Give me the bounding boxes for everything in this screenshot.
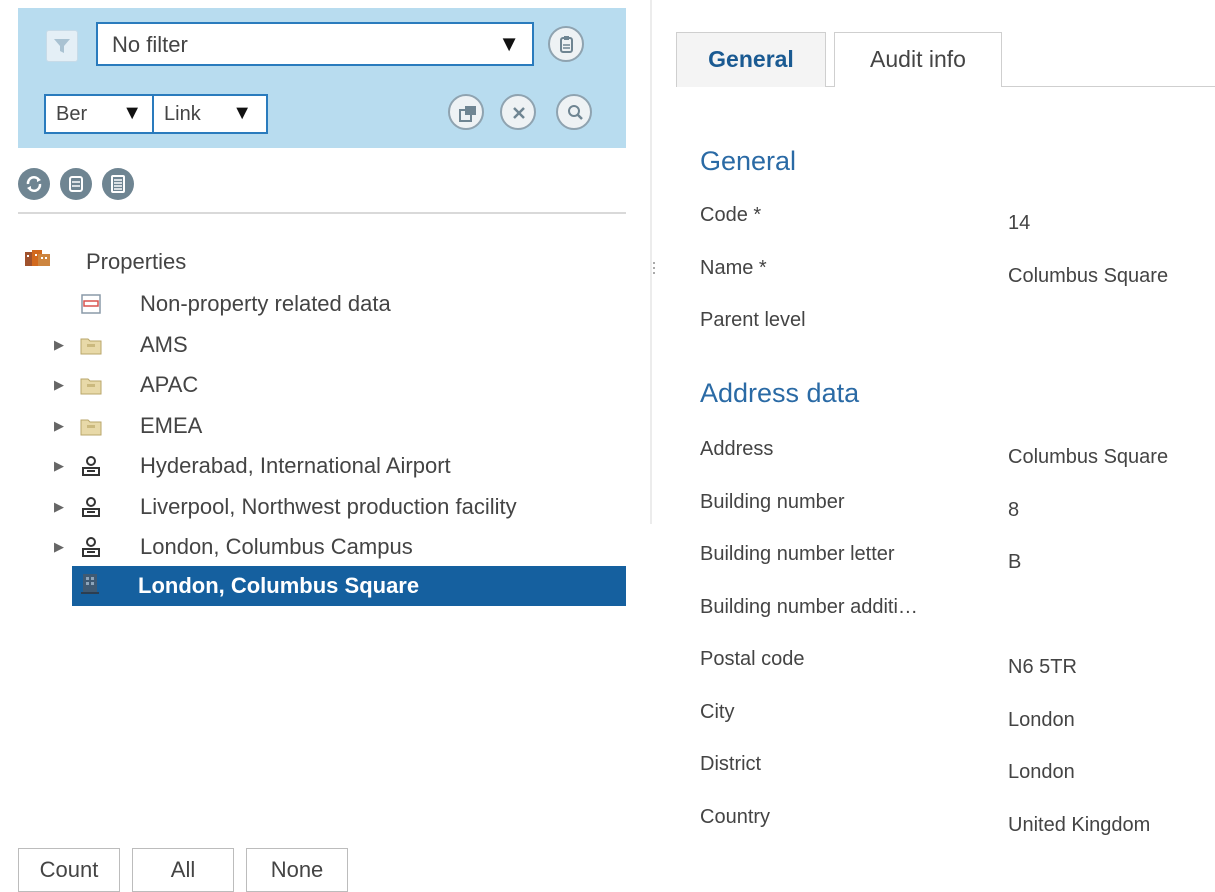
- search-button[interactable]: [556, 94, 592, 130]
- property-icon: [82, 456, 100, 476]
- field-value[interactable]: 8: [1008, 499, 1019, 522]
- type-select[interactable]: Ber ▼: [44, 94, 154, 134]
- clear-filter-button[interactable]: [500, 94, 536, 130]
- expand-arrow-icon[interactable]: ▶: [54, 529, 64, 565]
- tree-item[interactable]: Non-property related data: [54, 286, 624, 322]
- tree-item-label: APAC: [140, 372, 199, 397]
- building-icon: [81, 574, 99, 594]
- list-view-button[interactable]: [102, 168, 134, 200]
- link-select-value: Link: [164, 103, 201, 125]
- field-value[interactable]: B: [1008, 551, 1021, 574]
- search-icon: [568, 105, 583, 120]
- refresh-button[interactable]: [18, 168, 50, 200]
- funnel-icon: [54, 39, 70, 53]
- tree-item[interactable]: ▶ EMEA: [54, 408, 624, 444]
- field-value[interactable]: Columbus Square: [1008, 446, 1168, 469]
- list-collapse-icon: [69, 176, 83, 192]
- tree-root-label: Properties: [86, 249, 187, 274]
- select-none-button[interactable]: None: [246, 848, 348, 892]
- close-icon: [513, 107, 525, 119]
- expand-arrow-icon[interactable]: ▶: [54, 367, 64, 403]
- tree-item-label: Non-property related data: [140, 291, 391, 316]
- folder-icon: [80, 338, 102, 355]
- field-value[interactable]: United Kingdom: [1008, 814, 1150, 837]
- select-all-button[interactable]: All: [132, 848, 234, 892]
- field-value[interactable]: London: [1008, 709, 1075, 732]
- tree-item-label: Hyderabad, International Airport: [140, 453, 451, 478]
- filter-funnel-button[interactable]: [46, 30, 78, 62]
- properties-icon: [25, 250, 50, 266]
- tab-general[interactable]: General: [676, 32, 826, 87]
- tree-item-label: EMEA: [140, 413, 203, 438]
- expand-arrow-icon[interactable]: ▶: [54, 327, 64, 363]
- list-icon: [111, 175, 125, 193]
- tree-item[interactable]: ▶ AMS: [54, 327, 624, 363]
- filter-select[interactable]: No filter ▼: [96, 22, 534, 66]
- count-button[interactable]: Count: [18, 848, 120, 892]
- filter-select-value: No filter: [112, 32, 188, 57]
- field-label: Building number: [700, 491, 845, 513]
- folder-icon: [80, 419, 102, 436]
- field-value[interactable]: 14: [1008, 212, 1030, 235]
- address-section-title: Address data: [700, 378, 860, 408]
- field-label: Country: [700, 806, 771, 828]
- tree-item-label: London, Columbus Square: [138, 573, 420, 598]
- link-select[interactable]: Link ▼: [152, 94, 268, 134]
- panel-splitter[interactable]: [650, 0, 652, 524]
- field-label: Building number letter: [700, 543, 895, 565]
- tree-item-label: Liverpool, Northwest production facility: [140, 494, 517, 519]
- tree-item[interactable]: ▶ Hyderabad, International Airport: [54, 448, 624, 484]
- field-label: Name *: [700, 257, 767, 279]
- chevron-down-icon: ▼: [122, 102, 142, 124]
- field-label: Parent level: [700, 309, 806, 331]
- collapse-button[interactable]: [60, 168, 92, 200]
- field-value[interactable]: Columbus Square: [1008, 265, 1168, 288]
- field-label: Postal code: [700, 648, 805, 670]
- tree-item-selected[interactable]: London, Columbus Square: [72, 566, 626, 606]
- field-label: Building number additi…: [700, 596, 918, 618]
- tree-item[interactable]: ▶ APAC: [54, 367, 624, 403]
- field-value[interactable]: N6 5TR: [1008, 656, 1077, 679]
- tree-root[interactable]: Properties: [18, 244, 618, 280]
- tree-item[interactable]: ▶ London, Columbus Campus: [54, 529, 624, 565]
- general-section-title: General: [700, 146, 797, 176]
- property-icon: [82, 497, 100, 517]
- expand-arrow-icon[interactable]: ▶: [54, 408, 64, 444]
- data-sheet-icon: [81, 294, 101, 314]
- field-label: District: [700, 753, 762, 775]
- clipboard-icon: [560, 36, 573, 53]
- splitter-grip-icon[interactable]: [653, 262, 655, 278]
- new-window-icon: [459, 106, 476, 122]
- expand-arrow-icon[interactable]: ▶: [54, 489, 64, 525]
- toolbar-divider: [18, 212, 626, 214]
- tab-audit-info[interactable]: Audit info: [834, 32, 1002, 87]
- expand-arrow-icon[interactable]: ▶: [54, 448, 64, 484]
- chevron-down-icon: ▼: [232, 102, 252, 124]
- clipboard-button[interactable]: [548, 26, 584, 62]
- tree-item-label: London, Columbus Campus: [140, 534, 413, 559]
- field-label: Address: [700, 438, 774, 460]
- field-label: City: [700, 701, 735, 723]
- tree-item[interactable]: ▶ Liverpool, Northwest production facilit…: [54, 489, 624, 525]
- new-window-button[interactable]: [448, 94, 484, 130]
- property-icon: [82, 537, 100, 557]
- refresh-icon: [26, 176, 42, 192]
- chevron-down-icon: ▼: [498, 31, 520, 56]
- type-select-value: Ber: [56, 103, 88, 125]
- folder-icon: [80, 378, 102, 395]
- tree-item-label: AMS: [140, 332, 188, 357]
- field-label: Code *: [700, 204, 762, 226]
- field-value[interactable]: London: [1008, 761, 1075, 784]
